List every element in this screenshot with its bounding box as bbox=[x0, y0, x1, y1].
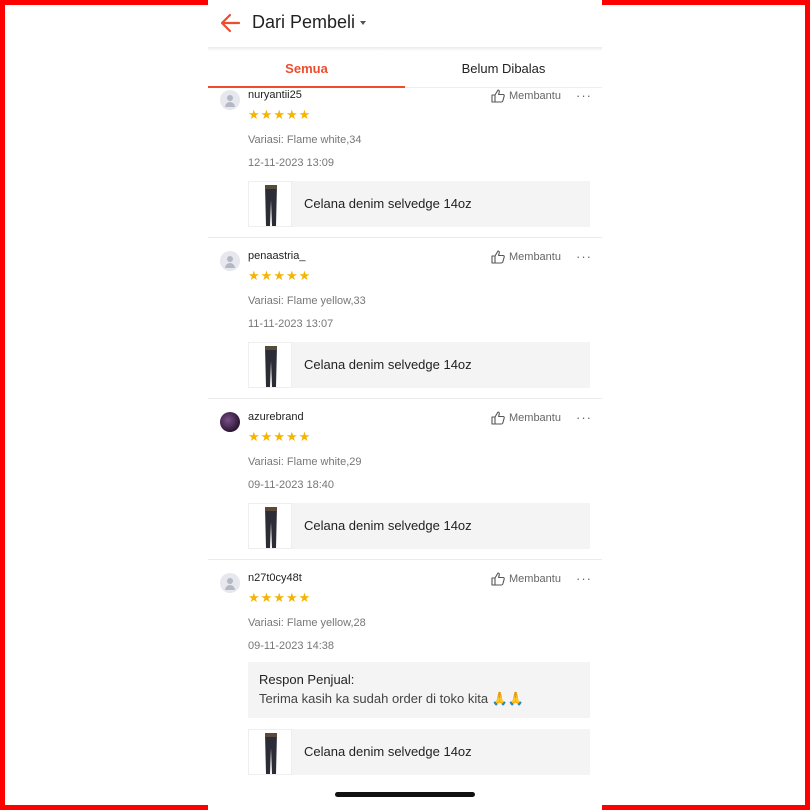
back-arrow-icon[interactable] bbox=[218, 10, 244, 36]
star-rating: ★ ★ ★ ★ ★ bbox=[248, 269, 311, 282]
product-thumbnail bbox=[248, 342, 292, 388]
star-icon: ★ bbox=[298, 268, 311, 283]
title-dropdown[interactable]: Dari Pembeli bbox=[252, 12, 367, 33]
star-icon: ★ bbox=[248, 590, 260, 605]
default-avatar-icon bbox=[220, 251, 240, 271]
more-options-icon[interactable]: ··· bbox=[576, 88, 592, 103]
star-icon: ★ bbox=[273, 590, 285, 605]
divider bbox=[208, 237, 602, 238]
more-options-icon[interactable]: ··· bbox=[576, 249, 592, 264]
tab-bar: Semua Belum Dibalas bbox=[208, 52, 602, 88]
review-date: 11-11-2023 13:07 bbox=[248, 318, 334, 330]
divider bbox=[208, 559, 602, 560]
star-icon: ★ bbox=[273, 107, 285, 122]
review-variation: Variasi: Flame yellow,33 bbox=[248, 295, 366, 307]
product-card[interactable]: Celana denim selvedge 14oz bbox=[248, 729, 590, 775]
review-variation: Variasi: Flame white,29 bbox=[248, 456, 362, 468]
review-variation: Variasi: Flame yellow,28 bbox=[248, 617, 366, 629]
app-screen: Dari Pembeli Semua Belum Dibalas nuryant… bbox=[208, 0, 602, 810]
thumbs-up-icon bbox=[491, 572, 505, 586]
product-card[interactable]: Celana denim selvedge 14oz bbox=[248, 181, 590, 227]
product-name: Celana denim selvedge 14oz bbox=[292, 181, 590, 227]
helpful-label: Membantu bbox=[509, 573, 561, 585]
star-icon: ★ bbox=[298, 590, 311, 605]
star-icon: ★ bbox=[248, 268, 260, 283]
star-icon: ★ bbox=[260, 590, 273, 605]
tab-semua[interactable]: Semua bbox=[208, 52, 405, 88]
review-date: 12-11-2023 13:09 bbox=[248, 157, 335, 169]
more-options-icon[interactable]: ··· bbox=[576, 571, 592, 586]
product-thumbnail bbox=[248, 181, 292, 227]
helpful-button[interactable]: Membantu bbox=[491, 411, 561, 425]
star-rating: ★ ★ ★ ★ ★ bbox=[248, 108, 311, 121]
star-rating: ★ ★ ★ ★ ★ bbox=[248, 430, 311, 443]
star-icon: ★ bbox=[298, 107, 311, 122]
star-icon: ★ bbox=[285, 107, 298, 122]
helpful-button[interactable]: Membantu bbox=[491, 89, 561, 103]
caret-down-icon bbox=[360, 20, 367, 25]
seller-response-title: Respon Penjual: bbox=[259, 672, 355, 687]
tab-belum-dibalas[interactable]: Belum Dibalas bbox=[405, 52, 602, 87]
star-icon: ★ bbox=[248, 429, 260, 444]
star-icon: ★ bbox=[260, 429, 273, 444]
star-icon: ★ bbox=[248, 107, 260, 122]
header: Dari Pembeli bbox=[208, 0, 602, 51]
star-icon: ★ bbox=[260, 268, 273, 283]
star-icon: ★ bbox=[273, 429, 285, 444]
review-username: nuryantii25 bbox=[248, 89, 302, 101]
review-list: nuryantii25 Membantu ··· ★ ★ ★ ★ ★ Variasi: … bbox=[208, 88, 602, 810]
review-username: azurebrand bbox=[248, 411, 304, 423]
review-date: 09-11-2023 18:40 bbox=[248, 479, 335, 491]
star-icon: ★ bbox=[273, 268, 285, 283]
user-avatar-photo bbox=[220, 412, 240, 432]
more-options-icon[interactable]: ··· bbox=[576, 410, 592, 425]
product-name: Celana denim selvedge 14oz bbox=[292, 342, 590, 388]
review-variation: Variasi: Flame white,34 bbox=[248, 134, 362, 146]
review-date: 09-11-2023 14:38 bbox=[248, 640, 335, 652]
star-icon: ★ bbox=[285, 268, 298, 283]
default-avatar-icon bbox=[220, 573, 240, 593]
product-name: Celana denim selvedge 14oz bbox=[292, 503, 590, 549]
star-icon: ★ bbox=[260, 107, 273, 122]
thumbs-up-icon bbox=[491, 89, 505, 103]
review-username: n27t0cy48t bbox=[248, 572, 302, 584]
product-name: Celana denim selvedge 14oz bbox=[292, 729, 590, 775]
helpful-button[interactable]: Membantu bbox=[491, 250, 561, 264]
header-divider bbox=[208, 47, 602, 51]
star-rating: ★ ★ ★ ★ ★ bbox=[248, 591, 311, 604]
star-icon: ★ bbox=[298, 429, 311, 444]
helpful-label: Membantu bbox=[509, 412, 561, 424]
page-title: Dari Pembeli bbox=[252, 12, 356, 32]
product-thumbnail bbox=[248, 729, 292, 775]
helpful-label: Membantu bbox=[509, 90, 561, 102]
thumbs-up-icon bbox=[491, 250, 505, 264]
thumbs-up-icon bbox=[491, 411, 505, 425]
home-indicator[interactable] bbox=[335, 792, 475, 797]
star-icon: ★ bbox=[285, 429, 298, 444]
default-avatar-icon bbox=[220, 90, 240, 110]
helpful-button[interactable]: Membantu bbox=[491, 572, 561, 586]
seller-response-text: Terima kasih ka sudah order di toko kita… bbox=[259, 691, 525, 706]
seller-response: Respon Penjual: Terima kasih ka sudah or… bbox=[248, 662, 590, 718]
product-card[interactable]: Celana denim selvedge 14oz bbox=[248, 503, 590, 549]
product-thumbnail bbox=[248, 503, 292, 549]
review-username: penaastria_ bbox=[248, 250, 306, 262]
star-icon: ★ bbox=[285, 590, 298, 605]
divider bbox=[208, 398, 602, 399]
helpful-label: Membantu bbox=[509, 251, 561, 263]
product-card[interactable]: Celana denim selvedge 14oz bbox=[248, 342, 590, 388]
